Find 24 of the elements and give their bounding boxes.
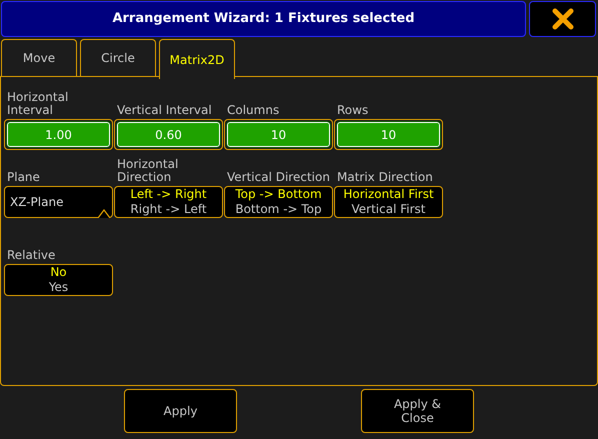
field-label: Vertical Interval [116, 102, 213, 119]
tab[interactable]: Circle [80, 39, 156, 76]
action-button[interactable]: Apply & Close [361, 389, 474, 433]
window-title: Arrangement Wizard: 1 Fixtures selected [1, 1, 526, 37]
dropdown[interactable]: XZ-Plane [4, 186, 113, 218]
tab[interactable]: Move [1, 39, 77, 76]
close-button[interactable] [529, 1, 596, 37]
toggle-selector[interactable]: Horizontal First Vertical First [334, 186, 443, 218]
action-button[interactable]: Apply [124, 389, 237, 433]
close-icon [552, 8, 574, 30]
dropdown-value: XZ-Plane [10, 194, 64, 211]
field-label: Vertical Direction [226, 169, 331, 186]
toggle-selector[interactable]: Left -> Right Right -> Left [114, 186, 223, 218]
toggle-selector[interactable]: No Yes [4, 264, 113, 296]
field-label: Horizontal Direction [116, 158, 180, 186]
toggle-selector[interactable]: Top -> Bottom Bottom -> Top [224, 186, 333, 218]
tab[interactable]: Matrix2D [159, 39, 235, 79]
dropdown-arrow-icon [98, 209, 110, 218]
field-label: Horizontal Interval [6, 91, 70, 119]
field-label: Matrix Direction [336, 169, 434, 186]
field-label: Rows [336, 102, 370, 119]
field-label: Relative [6, 247, 56, 264]
field-label: Columns [226, 102, 280, 119]
field-label: Plane [6, 169, 41, 186]
